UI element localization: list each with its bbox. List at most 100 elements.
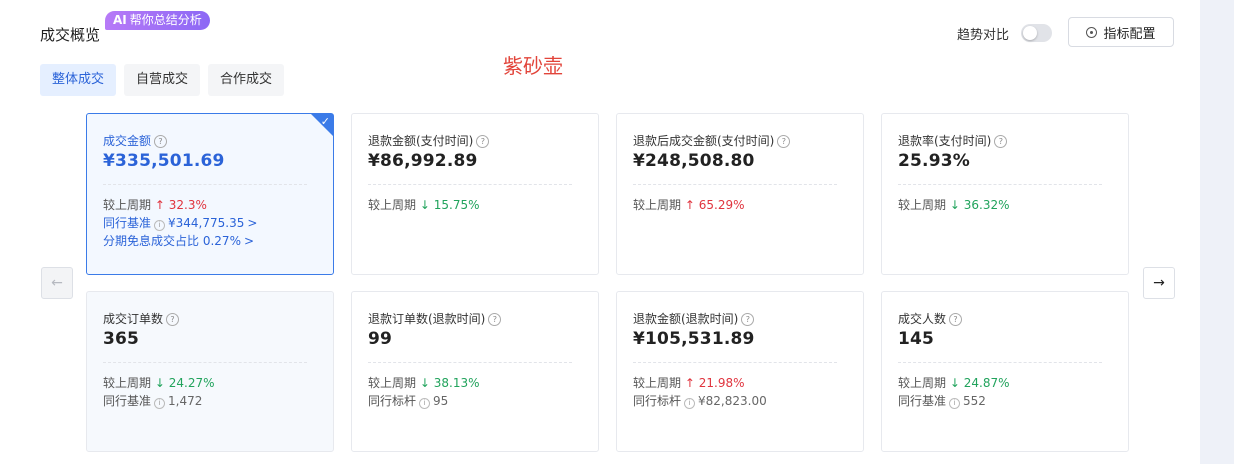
compare-line: 较上周期 ↓ 38.13%: [368, 374, 480, 392]
compare-value: 15.75%: [433, 198, 480, 212]
ai-summary-badge[interactable]: AI 帮你总结分析: [105, 11, 210, 30]
compare-line: 较上周期 ↑ 65.29%: [633, 196, 745, 214]
metric-card-refund-amount-refund-time[interactable]: 退款金额(退款时间)? ¥105,531.89 较上周期 ↑ 21.98% 同行…: [616, 291, 864, 452]
toggle-knob: [1023, 26, 1037, 40]
metric-label: 成交订单数?: [103, 310, 180, 327]
metric-label: 成交人数?: [898, 310, 963, 327]
info-icon: i: [949, 398, 961, 409]
benchmark-value: 1,472: [168, 394, 203, 408]
divider: [898, 184, 1102, 185]
trend-compare-label: 趋势对比: [957, 28, 1010, 43]
check-icon: ✓: [320, 115, 330, 128]
info-icon: i: [154, 398, 166, 409]
compare-label: 较上周期: [898, 376, 947, 390]
tab-self-operated[interactable]: 自营成交: [124, 64, 201, 96]
metric-card-refund-orders[interactable]: 退款订单数(退款时间)? 99 较上周期 ↓ 38.13% 同行标杆 i 95: [351, 291, 599, 452]
compare-label: 较上周期: [103, 198, 152, 212]
metric-label-text: 退款金额(支付时间): [368, 134, 474, 148]
benchmark-value: ¥82,823.00: [698, 394, 767, 408]
help-icon[interactable]: ?: [777, 135, 791, 148]
gear-icon: [1086, 26, 1098, 38]
divider: [368, 362, 572, 363]
help-icon[interactable]: ?: [154, 135, 168, 148]
arrow-left-icon: ←: [51, 275, 63, 291]
metric-details: 较上周期 ↓ 15.75%: [368, 196, 480, 214]
arrow-down-icon: ↓: [154, 376, 165, 390]
arrow-down-icon: ↓: [419, 376, 430, 390]
compare-value: 38.13%: [433, 376, 480, 390]
tab-overall[interactable]: 整体成交: [40, 64, 117, 96]
watermark-text: 紫砂壶: [503, 54, 563, 78]
arrow-down-icon: ↓: [949, 198, 960, 212]
arrow-up-icon: ↑: [154, 198, 165, 212]
metric-label: 退款金额(退款时间)?: [633, 310, 755, 327]
help-icon[interactable]: ?: [741, 313, 755, 326]
metric-card-order-count[interactable]: 成交订单数? 365 较上周期 ↓ 24.27% 同行基准 i 1,472: [86, 291, 334, 452]
prev-page-button[interactable]: ←: [41, 267, 73, 299]
benchmark-label: 同行基准: [898, 394, 947, 408]
next-page-button[interactable]: →: [1143, 267, 1175, 299]
metric-value: 99: [368, 329, 393, 349]
compare-change: ↓ 24.87%: [950, 376, 1010, 390]
compare-value: 24.27%: [168, 376, 215, 390]
metric-card-buyer-count[interactable]: 成交人数? 145 较上周期 ↓ 24.87% 同行基准 i 552: [881, 291, 1129, 452]
divider: [103, 362, 307, 363]
metric-config-label: 指标配置: [1103, 26, 1156, 42]
metric-card-refund-amount-pay-time[interactable]: 退款金额(支付时间)? ¥86,992.89 较上周期 ↓ 15.75%: [351, 113, 599, 275]
metric-details: 较上周期 ↓ 36.32%: [898, 196, 1010, 214]
chevron-right-icon: >: [247, 216, 258, 230]
help-icon[interactable]: ?: [166, 313, 180, 326]
installment-value: 0.27%: [202, 234, 241, 248]
help-icon[interactable]: ?: [488, 313, 502, 326]
help-icon[interactable]: ?: [949, 313, 963, 326]
deal-type-tabs: 整体成交 自营成交 合作成交: [40, 64, 285, 96]
tab-cooperation[interactable]: 合作成交: [208, 64, 285, 96]
metric-label-text: 退款金额(退款时间): [633, 312, 739, 326]
arrow-up-icon: ↑: [684, 198, 695, 212]
installment-line[interactable]: 分期免息成交占比 0.27% >: [103, 232, 257, 250]
benchmark-line: 同行标杆 i ¥82,823.00: [633, 392, 767, 410]
metric-value: ¥105,531.89: [633, 329, 755, 349]
metric-label: 成交金额?: [103, 132, 168, 149]
compare-label: 较上周期: [633, 376, 682, 390]
compare-line: 较上周期 ↓ 36.32%: [898, 196, 1010, 214]
compare-line: 较上周期 ↑ 21.98%: [633, 374, 767, 392]
divider: [633, 184, 837, 185]
installment-label: 分期免息成交占比: [103, 234, 200, 248]
metric-value: 145: [898, 329, 935, 349]
metric-value: ¥335,501.69: [103, 151, 225, 171]
divider: [633, 362, 837, 363]
benchmark-label: 同行基准: [103, 394, 152, 408]
metric-card-post-refund-amount[interactable]: 退款后成交金额(支付时间)? ¥248,508.80 较上周期 ↑ 65.29%: [616, 113, 864, 275]
ai-badge-prefix: AI: [113, 13, 127, 27]
help-icon[interactable]: ?: [994, 135, 1008, 148]
metric-card-deal-amount[interactable]: ✓ 成交金额? ¥335,501.69 较上周期 ↑ 32.3% 同行基准 i ¥3…: [86, 113, 334, 275]
arrow-up-icon: ↑: [684, 376, 695, 390]
benchmark-label: 同行标杆: [633, 394, 682, 408]
metric-label: 退款率(支付时间)?: [898, 132, 1008, 149]
trend-compare-toggle[interactable]: [1021, 24, 1052, 42]
compare-change: ↑ 21.98%: [685, 376, 745, 390]
help-icon[interactable]: ?: [476, 135, 490, 148]
compare-line: 较上周期 ↓ 15.75%: [368, 196, 480, 214]
compare-label: 较上周期: [898, 198, 947, 212]
compare-change: ↑ 32.3%: [155, 198, 207, 212]
metric-config-button[interactable]: 指标配置: [1068, 17, 1174, 47]
metric-value: ¥248,508.80: [633, 151, 755, 171]
metric-details: 较上周期 ↓ 24.27% 同行基准 i 1,472: [103, 374, 215, 410]
compare-line: 较上周期 ↓ 24.87%: [898, 374, 1010, 392]
ai-badge-text: 帮你总结分析: [129, 13, 202, 27]
benchmark-line[interactable]: 同行基准 i ¥344,775.35 >: [103, 214, 257, 232]
metric-card-refund-rate[interactable]: 退款率(支付时间)? 25.93% 较上周期 ↓ 36.32%: [881, 113, 1129, 275]
metric-value: ¥86,992.89: [368, 151, 478, 171]
compare-value: 24.87%: [963, 376, 1010, 390]
metric-details: 较上周期 ↑ 65.29%: [633, 196, 745, 214]
compare-value: 21.98%: [698, 376, 745, 390]
divider: [103, 184, 307, 185]
compare-change: ↓ 38.13%: [420, 376, 480, 390]
arrow-down-icon: ↓: [949, 376, 960, 390]
arrow-right-icon: →: [1153, 275, 1165, 291]
metric-label-text: 退款订单数(退款时间): [368, 312, 486, 326]
compare-value: 36.32%: [963, 198, 1010, 212]
overview-panel: 成交概览 AI 帮你总结分析 紫砂壶 趋势对比 指标配置 整体成交 自营成交 合作…: [0, 0, 1200, 464]
